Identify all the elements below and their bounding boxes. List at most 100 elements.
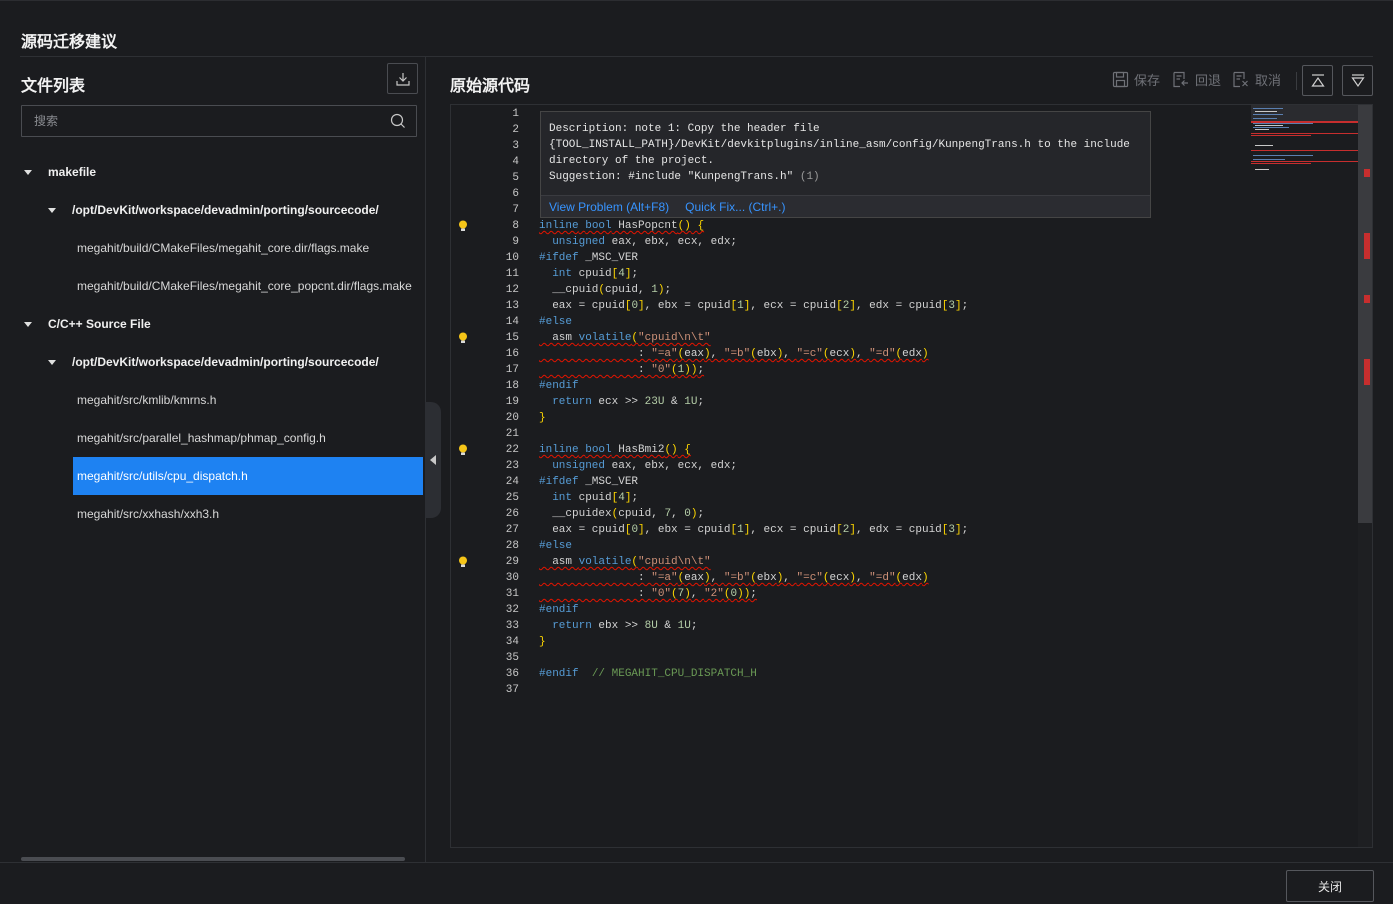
line-number: 9 bbox=[512, 236, 519, 248]
code-line: #endif bbox=[539, 380, 579, 392]
download-button[interactable] bbox=[387, 63, 418, 94]
file-item[interactable]: megahit/src/parallel_hashmap/phmap_confi… bbox=[73, 419, 326, 457]
code-line: : "0"(7), "2"(0)); bbox=[539, 588, 757, 600]
file-item-selected[interactable]: megahit/src/utils/cpu_dispatch.h bbox=[73, 457, 423, 495]
code-line: return ecx >> 23U & 1U; bbox=[552, 396, 705, 408]
file-item[interactable]: megahit/src/kmlib/kmrns.h bbox=[73, 381, 216, 419]
line-number: 25 bbox=[505, 492, 519, 504]
line-number: 35 bbox=[505, 652, 519, 664]
code-line: asm volatile("cpuid\n\t" bbox=[539, 556, 711, 568]
chevron-left-icon bbox=[430, 455, 436, 465]
vertical-scrollbar-thumb[interactable] bbox=[1358, 105, 1372, 523]
collapse-up-icon bbox=[1310, 73, 1325, 87]
line-number: 32 bbox=[505, 604, 519, 616]
tree-path-cpp-source[interactable]: /opt/DevKit/workspace/devadmin/porting/s… bbox=[48, 343, 379, 381]
tree-group-makefile[interactable]: makefile bbox=[24, 153, 96, 191]
vertical-scrollbar[interactable] bbox=[1358, 105, 1372, 847]
code-line: inline bool HasPopcnt() { bbox=[539, 220, 705, 232]
error-marker bbox=[1364, 169, 1370, 177]
line-number: 28 bbox=[505, 540, 519, 552]
tree-group-label: makefile bbox=[48, 165, 97, 179]
horizontal-scrollbar[interactable] bbox=[21, 857, 405, 861]
hover-actions: View Problem (Alt+F8) Quick Fix... (Ctrl… bbox=[541, 195, 1150, 217]
line-number: 33 bbox=[505, 620, 519, 632]
revert-button[interactable]: 回退 bbox=[1172, 70, 1221, 89]
error-marker bbox=[1364, 295, 1370, 303]
file-list-panel: 文件列表 makefile /opt/DevKit/workspace/deva… bbox=[0, 57, 426, 862]
chevron-down-icon bbox=[24, 169, 32, 175]
code-line: int cpuid[4]; bbox=[552, 492, 639, 504]
search-icon[interactable] bbox=[390, 113, 406, 129]
hover-description: Description: note 1: Copy the header fil… bbox=[549, 121, 1145, 185]
save-label: 保存 bbox=[1134, 73, 1161, 88]
line-number: 21 bbox=[505, 428, 519, 440]
code-line: asm volatile("cpuid\n\t" bbox=[539, 332, 711, 344]
view-problem-link[interactable]: View Problem (Alt+F8) bbox=[549, 200, 669, 214]
code-line: __cpuid(cpuid, 1); bbox=[539, 284, 672, 296]
lightbulb-icon[interactable] bbox=[458, 556, 468, 568]
quick-fix-link[interactable]: Quick Fix... (Ctrl+.) bbox=[685, 200, 785, 214]
file-item-label: megahit/src/utils/cpu_dispatch.h bbox=[77, 469, 248, 483]
lightbulb-icon[interactable] bbox=[458, 332, 468, 344]
save-icon bbox=[1112, 71, 1129, 88]
tree-path-label: /opt/DevKit/workspace/devadmin/porting/s… bbox=[72, 355, 379, 369]
tree-path-makefile[interactable]: /opt/DevKit/workspace/devadmin/porting/s… bbox=[48, 191, 379, 229]
line-number: 15 bbox=[505, 332, 519, 344]
file-item-label: megahit/src/parallel_hashmap/phmap_confi… bbox=[77, 431, 326, 445]
file-item-label: megahit/build/CMakeFiles/megahit_core_po… bbox=[77, 279, 412, 293]
line-number: 24 bbox=[505, 476, 519, 488]
tree-group-cpp-source[interactable]: C/C++ Source File bbox=[24, 305, 151, 343]
code-line: : "=a"(eax), "=b"(ebx), "=c"(ecx), "=d"(… bbox=[539, 348, 929, 360]
code-line: : "0"(1)); bbox=[539, 364, 705, 376]
tree-group-label: C/C++ Source File bbox=[48, 317, 151, 331]
file-item[interactable]: megahit/src/xxhash/xxh3.h bbox=[73, 495, 219, 533]
line-number: 22 bbox=[505, 444, 519, 456]
code-line: #else bbox=[539, 316, 573, 328]
line-number: 27 bbox=[505, 524, 519, 536]
code-line: inline bool HasBmi2() { bbox=[539, 444, 691, 456]
file-item[interactable]: megahit/build/CMakeFiles/megahit_core_po… bbox=[73, 267, 412, 305]
file-item[interactable]: megahit/build/CMakeFiles/megahit_core.di… bbox=[73, 229, 369, 267]
code-line: #else bbox=[539, 540, 573, 552]
code-line: __cpuidex(cpuid, 7, 0); bbox=[539, 508, 705, 520]
line-number: 14 bbox=[505, 316, 519, 328]
code-line: } bbox=[539, 412, 546, 424]
collapse-down-icon bbox=[1350, 73, 1365, 87]
line-number: 36 bbox=[505, 668, 519, 680]
code-line: #endif // MEGAHIT_CPU_DISPATCH_H bbox=[539, 668, 757, 680]
revert-label: 回退 bbox=[1195, 73, 1222, 88]
scroll-bottom-button[interactable] bbox=[1342, 65, 1373, 96]
line-number: 19 bbox=[505, 396, 519, 408]
line-number: 4 bbox=[512, 156, 519, 168]
line-number-gutter: 1 2 3 4 5 6 7 8 9 10 11 12 13 14 15 16 17 18 19 20 21 22 23 24 2… bbox=[451, 105, 531, 847]
line-number: 8 bbox=[512, 220, 519, 232]
line-number: 16 bbox=[505, 348, 519, 360]
line-number: 6 bbox=[512, 188, 519, 200]
footer-divider bbox=[0, 862, 1393, 863]
save-button[interactable]: 保存 bbox=[1112, 70, 1160, 89]
code-editor[interactable]: 1 2 3 4 5 6 7 8 9 10 11 12 13 14 15 16 17 18 19 20 21 22 23 24 2… bbox=[450, 104, 1373, 848]
code-line: return ebx >> 8U & 1U; bbox=[552, 620, 698, 632]
hover-description-text: Description: note 1: Copy the header fil… bbox=[549, 123, 1130, 183]
line-number: 23 bbox=[505, 460, 519, 472]
line-number: 31 bbox=[505, 588, 519, 600]
line-number: 5 bbox=[512, 172, 519, 184]
lightbulb-icon[interactable] bbox=[458, 220, 468, 232]
code-line: eax = cpuid[0], ebx = cpuid[1], ecx = cp… bbox=[539, 300, 969, 312]
line-number: 34 bbox=[505, 636, 519, 648]
close-button[interactable]: 关闭 bbox=[1286, 870, 1374, 902]
lightbulb-icon[interactable] bbox=[458, 444, 468, 456]
minimap[interactable] bbox=[1251, 105, 1361, 847]
collapse-panel-handle[interactable] bbox=[425, 402, 441, 518]
file-item-label: megahit/src/xxhash/xxh3.h bbox=[77, 507, 220, 521]
line-number: 29 bbox=[505, 556, 519, 568]
cancel-button[interactable]: 取消 bbox=[1232, 70, 1281, 89]
tree-path-label: /opt/DevKit/workspace/devadmin/porting/s… bbox=[72, 203, 379, 217]
code-line: : "=a"(eax), "=b"(ebx), "=c"(ecx), "=d"(… bbox=[539, 572, 929, 584]
search-input[interactable] bbox=[22, 106, 416, 136]
line-number: 1 bbox=[512, 108, 519, 120]
code-line: unsigned eax, ebx, ecx, edx; bbox=[552, 460, 738, 472]
scroll-top-button[interactable] bbox=[1302, 65, 1333, 96]
line-number: 18 bbox=[505, 380, 519, 392]
editor-title: 原始源代码 bbox=[450, 78, 531, 95]
